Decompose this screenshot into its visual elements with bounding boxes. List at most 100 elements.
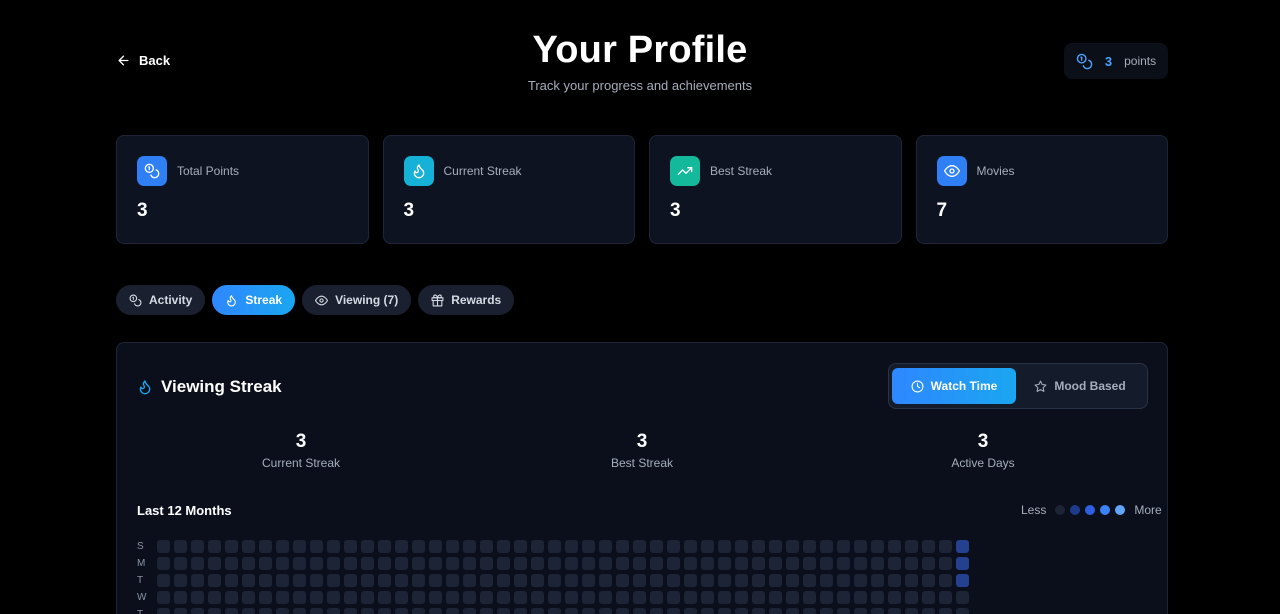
heatmap-cell[interactable] xyxy=(837,557,850,570)
heatmap-cell[interactable] xyxy=(157,540,170,553)
heatmap-cell[interactable] xyxy=(871,591,884,604)
heatmap-cell[interactable] xyxy=(803,574,816,587)
heatmap-cell[interactable] xyxy=(820,540,833,553)
heatmap-cell[interactable] xyxy=(208,591,221,604)
heatmap-cell[interactable] xyxy=(395,591,408,604)
heatmap-cell[interactable] xyxy=(548,540,561,553)
heatmap-cell[interactable] xyxy=(259,574,272,587)
heatmap-cell[interactable] xyxy=(905,591,918,604)
heatmap-cell[interactable] xyxy=(701,540,714,553)
heatmap-cell[interactable] xyxy=(310,608,323,614)
heatmap-cell[interactable] xyxy=(497,591,510,604)
heatmap-cell[interactable] xyxy=(259,557,272,570)
heatmap-cell[interactable] xyxy=(276,591,289,604)
heatmap-cell[interactable] xyxy=(616,557,629,570)
heatmap-cell[interactable] xyxy=(752,591,765,604)
heatmap-cell[interactable] xyxy=(786,540,799,553)
heatmap-cell[interactable] xyxy=(361,591,374,604)
heatmap-cell[interactable] xyxy=(463,574,476,587)
heatmap-cell[interactable] xyxy=(837,591,850,604)
heatmap-cell[interactable] xyxy=(310,557,323,570)
heatmap-cell[interactable] xyxy=(752,608,765,614)
heatmap-cell[interactable] xyxy=(412,574,425,587)
heatmap-cell[interactable] xyxy=(531,591,544,604)
heatmap-cell[interactable] xyxy=(276,574,289,587)
heatmap-cell[interactable] xyxy=(395,574,408,587)
heatmap-cell[interactable] xyxy=(276,540,289,553)
heatmap-cell[interactable] xyxy=(684,608,697,614)
heatmap-cell[interactable] xyxy=(412,608,425,614)
heatmap-cell[interactable] xyxy=(548,557,561,570)
heatmap-cell[interactable] xyxy=(956,608,969,614)
heatmap-cell[interactable] xyxy=(293,574,306,587)
heatmap-cell[interactable] xyxy=(803,608,816,614)
heatmap-cell[interactable] xyxy=(531,574,544,587)
heatmap-cell[interactable] xyxy=(446,557,459,570)
heatmap-cell[interactable] xyxy=(259,591,272,604)
heatmap-cell[interactable] xyxy=(446,540,459,553)
heatmap-cell[interactable] xyxy=(735,574,748,587)
heatmap-cell[interactable] xyxy=(497,608,510,614)
heatmap-cell[interactable] xyxy=(820,574,833,587)
heatmap-cell[interactable] xyxy=(565,591,578,604)
heatmap-cell[interactable] xyxy=(650,608,663,614)
heatmap-cell[interactable] xyxy=(956,591,969,604)
heatmap-cell[interactable] xyxy=(514,591,527,604)
heatmap-cell[interactable] xyxy=(242,608,255,614)
heatmap-cell[interactable] xyxy=(225,574,238,587)
heatmap-cell[interactable] xyxy=(599,557,612,570)
heatmap-cell[interactable] xyxy=(854,540,867,553)
heatmap-cell[interactable] xyxy=(395,540,408,553)
heatmap-cell[interactable] xyxy=(276,608,289,614)
heatmap-cell[interactable] xyxy=(599,540,612,553)
heatmap-cell[interactable] xyxy=(888,540,901,553)
heatmap-cell[interactable] xyxy=(905,574,918,587)
heatmap-cell[interactable] xyxy=(497,557,510,570)
heatmap-cell[interactable] xyxy=(191,591,204,604)
heatmap-cell[interactable] xyxy=(871,574,884,587)
heatmap-cell[interactable] xyxy=(888,557,901,570)
heatmap-cell[interactable] xyxy=(735,540,748,553)
heatmap-cell[interactable] xyxy=(803,540,816,553)
heatmap-cell[interactable] xyxy=(157,574,170,587)
heatmap-cell[interactable] xyxy=(378,591,391,604)
heatmap-cell[interactable] xyxy=(361,540,374,553)
heatmap-cell[interactable] xyxy=(582,540,595,553)
heatmap-cell[interactable] xyxy=(701,591,714,604)
heatmap-cell[interactable] xyxy=(174,608,187,614)
heatmap-cell[interactable] xyxy=(582,557,595,570)
heatmap-cell[interactable] xyxy=(429,540,442,553)
heatmap-cell[interactable] xyxy=(769,557,782,570)
heatmap-cell[interactable] xyxy=(905,557,918,570)
heatmap-cell[interactable] xyxy=(395,557,408,570)
heatmap-cell[interactable] xyxy=(293,608,306,614)
heatmap-cell[interactable] xyxy=(446,591,459,604)
heatmap-cell[interactable] xyxy=(922,574,935,587)
heatmap-cell[interactable] xyxy=(327,557,340,570)
heatmap-cell[interactable] xyxy=(514,608,527,614)
heatmap-cell[interactable] xyxy=(225,591,238,604)
heatmap-cell[interactable] xyxy=(786,574,799,587)
heatmap-cell[interactable] xyxy=(701,574,714,587)
heatmap-cell[interactable] xyxy=(412,540,425,553)
heatmap-cell[interactable] xyxy=(174,574,187,587)
heatmap-cell[interactable] xyxy=(803,591,816,604)
heatmap-cell[interactable] xyxy=(769,540,782,553)
heatmap-cell[interactable] xyxy=(616,540,629,553)
heatmap-cell[interactable] xyxy=(208,608,221,614)
heatmap-cell[interactable] xyxy=(480,608,493,614)
heatmap-cell[interactable] xyxy=(718,557,731,570)
heatmap-cell[interactable] xyxy=(327,540,340,553)
heatmap-cell[interactable] xyxy=(310,574,323,587)
heatmap-cell[interactable] xyxy=(701,608,714,614)
heatmap-cell[interactable] xyxy=(905,540,918,553)
heatmap-cell[interactable] xyxy=(667,557,680,570)
mood-based-button[interactable]: Mood Based xyxy=(1016,368,1144,404)
heatmap-cell[interactable] xyxy=(786,591,799,604)
heatmap-cell[interactable] xyxy=(378,540,391,553)
heatmap-cell[interactable] xyxy=(446,608,459,614)
heatmap-cell[interactable] xyxy=(344,540,357,553)
heatmap-cell[interactable] xyxy=(480,591,493,604)
heatmap-cell[interactable] xyxy=(463,608,476,614)
heatmap-cell[interactable] xyxy=(905,608,918,614)
